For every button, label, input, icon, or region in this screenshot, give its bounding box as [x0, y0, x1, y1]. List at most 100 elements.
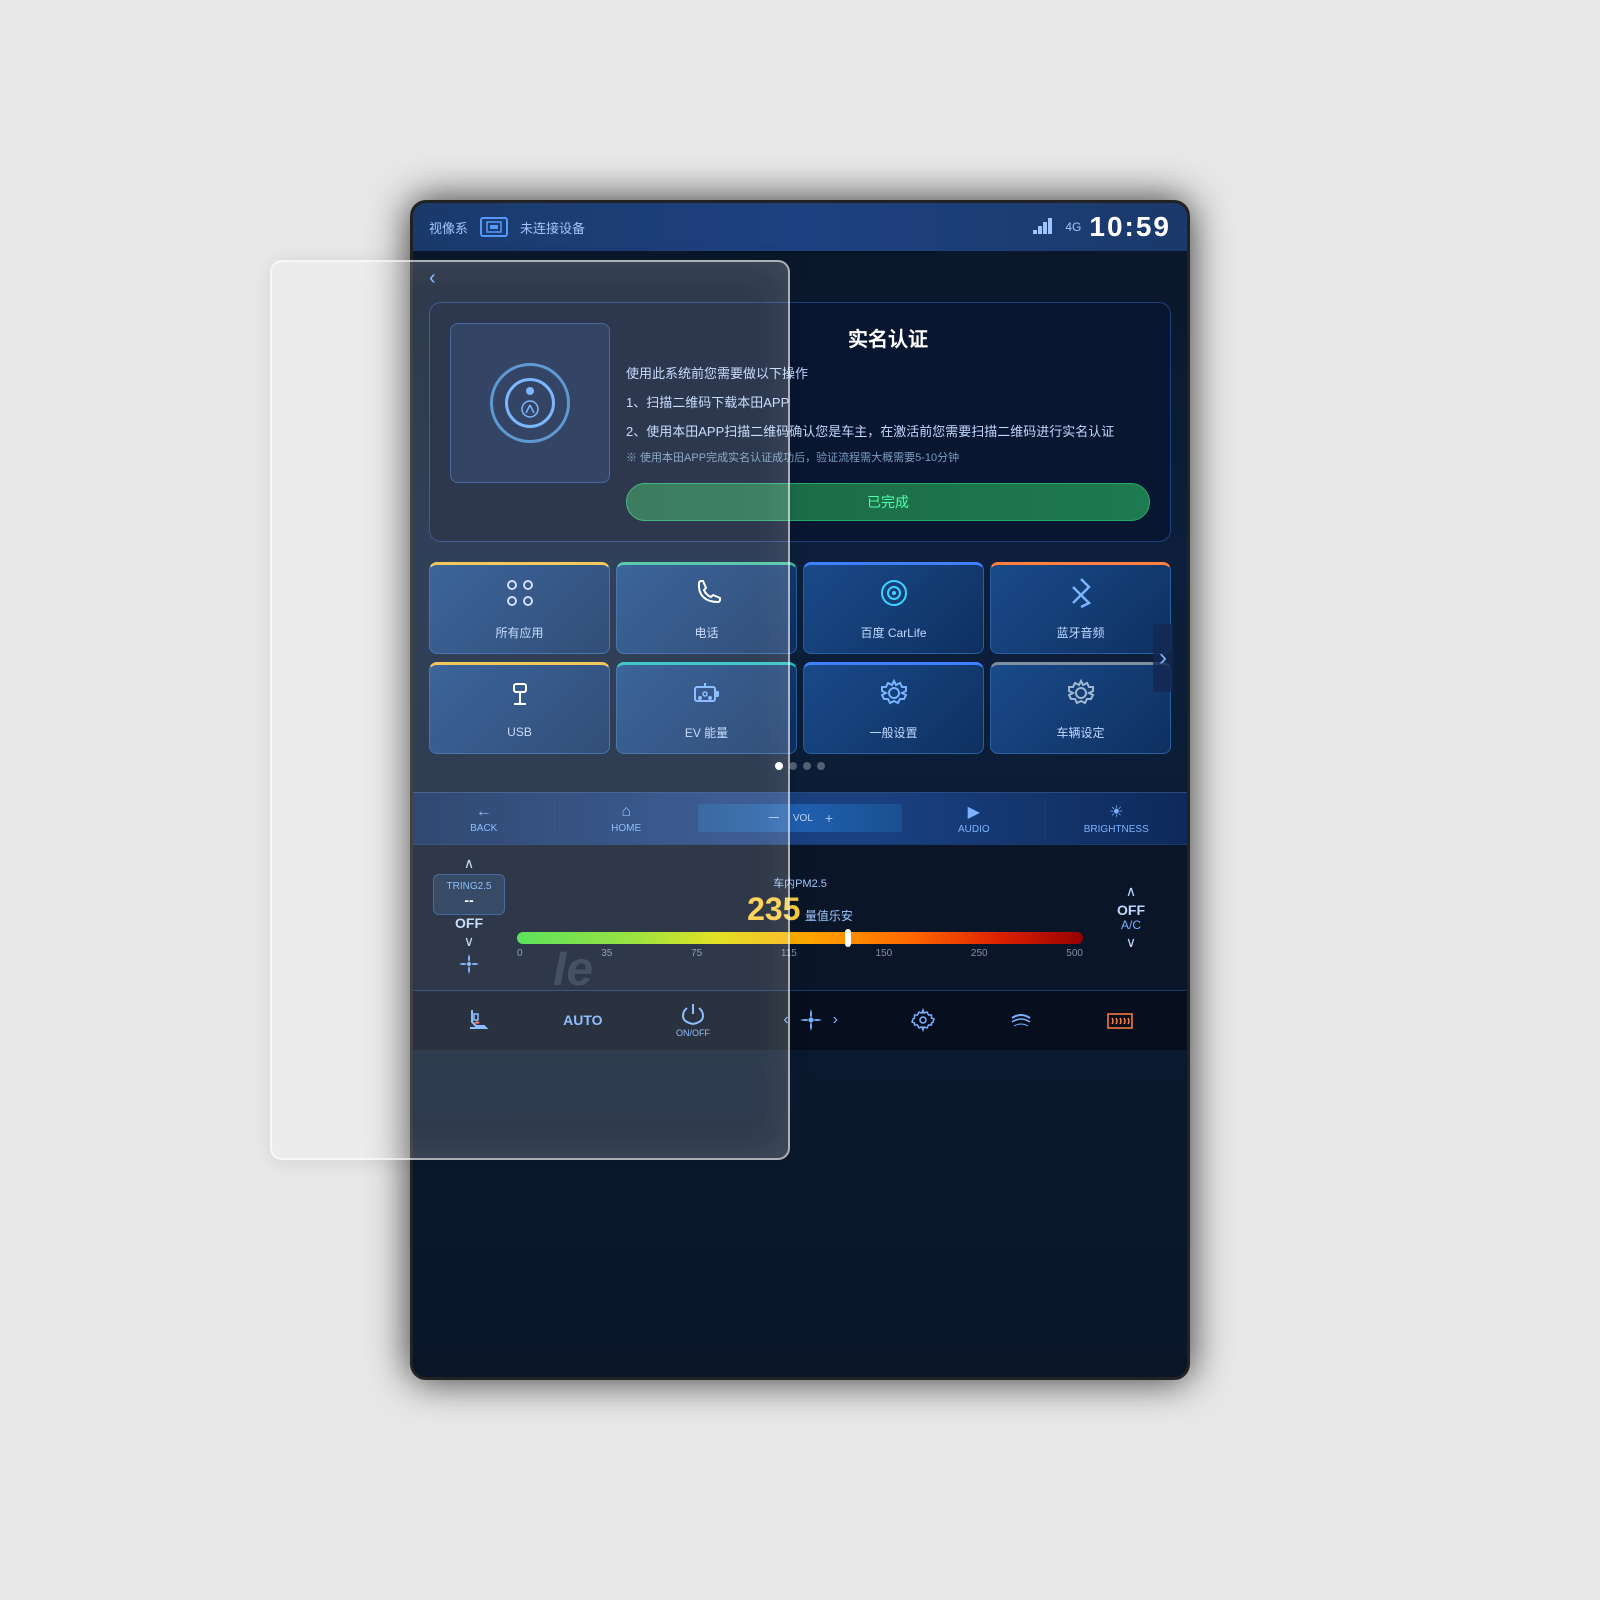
pm25-marker	[845, 929, 851, 947]
home-icon: ⌂	[621, 803, 631, 821]
seat-heat-icon	[466, 1008, 490, 1032]
nav-dots	[429, 762, 1171, 770]
scale-0: 0	[517, 948, 523, 959]
seat-heat-button[interactable]	[466, 1008, 490, 1032]
auto-label: AUTO	[563, 1012, 602, 1028]
left-temp-display: TRING2.5 --	[433, 874, 504, 915]
all-apps-label: 所有应用	[495, 624, 543, 641]
settings-button[interactable]	[911, 1008, 935, 1032]
bottom-controls-row: AUTO ON/OFF ‹ ›	[413, 990, 1187, 1050]
scale-500: 500	[1066, 948, 1083, 959]
gear-icon	[911, 1008, 935, 1032]
usb-icon	[506, 678, 534, 717]
app-tile-carlife[interactable]: 百度 CarLife	[803, 562, 984, 654]
vol-minus[interactable]: －	[767, 808, 781, 828]
app-tile-usb[interactable]: USB	[429, 662, 610, 754]
right-temp-up[interactable]: ∧	[1118, 881, 1144, 902]
bluetooth-icon	[1067, 577, 1095, 616]
vol-plus[interactable]: +	[825, 810, 833, 826]
dialog-title: 实名认证	[626, 323, 1150, 352]
audio-button[interactable]: ▶ AUDIO	[903, 798, 1045, 839]
defrost-button[interactable]	[1106, 1008, 1134, 1032]
pm25-bar	[517, 932, 1083, 944]
left-fan-icon	[457, 952, 481, 982]
completed-button[interactable]: 已完成	[626, 483, 1150, 521]
nav-dot-4[interactable]	[817, 762, 825, 770]
back-chevron[interactable]: ‹	[429, 267, 436, 290]
onoff-label: ON/OFF	[676, 1028, 710, 1038]
brightness-label: BRIGHTNESS	[1084, 824, 1149, 835]
pm25-unit: 量值乐安	[805, 909, 853, 923]
ev-label: EV 能量	[685, 724, 728, 741]
nav-dot-3[interactable]	[803, 762, 811, 770]
dialog-note: ※ 使用本田APP完成实名认证成功后，验证流程需大概需要5-10分钟	[626, 450, 1150, 467]
bluetooth-label: 蓝牙音频	[1056, 624, 1104, 641]
scale-35: 35	[601, 948, 612, 959]
vol-row: － VOL +	[767, 808, 833, 828]
ie-watermark: Ie	[553, 942, 593, 997]
carlife-label: 百度 CarLife	[860, 624, 926, 641]
main-content: ‹	[413, 251, 1187, 792]
nav-dot-1[interactable]	[775, 762, 783, 770]
fan-next-icon[interactable]: ›	[833, 1011, 838, 1029]
app-grid-row1: 所有应用 电话	[429, 562, 1171, 654]
fan-icon	[797, 1006, 825, 1034]
onoff-button[interactable]: ON/OFF	[676, 1002, 710, 1038]
settings-icon	[878, 677, 910, 716]
status-left: 视像系 未连接设备	[429, 217, 585, 237]
status-bar: 视像系 未连接设备 4G 10:59	[413, 203, 1187, 251]
app-tile-settings[interactable]: 一般设置	[803, 662, 984, 754]
volume-control[interactable]: － VOL +	[698, 804, 903, 832]
home-button[interactable]: ⌂ HOME	[555, 799, 697, 838]
more-apps-chevron[interactable]: ›	[1153, 624, 1173, 692]
device-icon	[480, 217, 508, 237]
app-tile-phone[interactable]: 电话	[616, 562, 797, 654]
ac-mode-icon	[1009, 1008, 1033, 1032]
dialog-instruction: 使用此系统前您需要做以下操作	[626, 364, 1150, 385]
qr-section	[450, 323, 610, 483]
scale-75: 75	[691, 948, 702, 959]
app-tile-vehicle-settings[interactable]: 车辆设定	[990, 662, 1171, 754]
vol-label: VOL	[793, 813, 813, 824]
fan-speed-control[interactable]: ‹ ›	[783, 1006, 838, 1034]
ac-mode-button[interactable]	[1009, 1008, 1033, 1032]
status-left-label: 视像系	[429, 218, 468, 237]
brightness-button[interactable]: ☀ BRIGHTNESS	[1046, 798, 1187, 839]
left-temp-up[interactable]: ∧	[456, 853, 482, 874]
app-grid-wrapper: 所有应用 电话	[429, 562, 1171, 754]
app-tile-all-apps[interactable]: 所有应用	[429, 562, 610, 654]
audio-label: AUDIO	[958, 824, 990, 835]
right-off-label: OFF	[1117, 902, 1145, 918]
device-status-text: 未连接设备	[520, 218, 585, 237]
pm25-display: 车内PM2.5 235 量值乐安	[747, 875, 853, 928]
scale-115: 115	[781, 948, 797, 959]
auto-button[interactable]: AUTO	[563, 1012, 602, 1028]
home-label: HOME	[611, 823, 641, 834]
right-temp-down[interactable]: ∨	[1118, 932, 1144, 953]
back-icon: ←	[476, 803, 492, 821]
app-grid-row2: USB EV 能量	[429, 662, 1171, 754]
qr-ring-inner	[505, 378, 555, 428]
left-temp-value: --	[446, 892, 491, 908]
fan-prev-icon[interactable]: ‹	[783, 1011, 788, 1029]
brightness-icon: ☀	[1109, 802, 1123, 822]
left-temp-down[interactable]: ∨	[456, 931, 482, 952]
verification-dialog: 实名认证 使用此系统前您需要做以下操作 1、扫描二维码下载本田APP 2、使用本…	[429, 302, 1171, 542]
app-tile-bluetooth[interactable]: 蓝牙音频	[990, 562, 1171, 654]
right-temp-controls: ∧	[1118, 881, 1144, 902]
ev-icon	[691, 677, 723, 716]
pm25-scale: 0 35 75 115 150 250 500	[517, 948, 1083, 959]
vehicle-settings-label: 车辆设定	[1056, 724, 1104, 741]
carlife-icon	[878, 577, 910, 616]
settings-label: 一般设置	[869, 724, 917, 741]
nav-dot-2[interactable]	[789, 762, 797, 770]
power-icon	[681, 1002, 705, 1026]
dialog-text-section: 实名认证 使用此系统前您需要做以下操作 1、扫描二维码下载本田APP 2、使用本…	[626, 323, 1150, 521]
all-apps-icon	[504, 577, 536, 616]
back-button[interactable]: ← BACK	[413, 799, 555, 838]
status-right: 4G 10:59	[1033, 211, 1171, 243]
scale-150: 150	[876, 948, 893, 959]
climate-right: ∧ OFF A/C ∨	[1091, 881, 1171, 953]
app-tile-ev[interactable]: EV 能量	[616, 662, 797, 754]
scale-250: 250	[971, 948, 988, 959]
